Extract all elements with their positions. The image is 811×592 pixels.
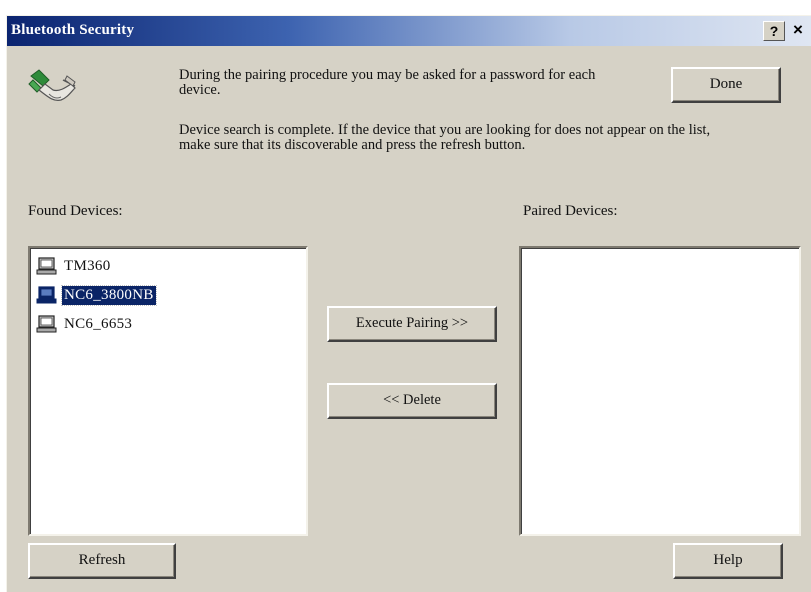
computer-icon — [36, 315, 57, 333]
found-device-item[interactable]: TM360 — [36, 254, 113, 278]
paired-devices-label: Paired Devices: — [523, 203, 618, 219]
bluetooth-handshake-icon — [23, 66, 79, 110]
title-bar[interactable]: Bluetooth Security ? × — [7, 16, 811, 46]
search-complete-message: Device search is complete. If the device… — [179, 122, 711, 153]
window-title: Bluetooth Security — [11, 22, 135, 38]
delete-button[interactable]: << Delete — [327, 383, 497, 419]
paired-devices-list[interactable] — [519, 246, 801, 536]
device-name: TM360 — [64, 257, 111, 274]
execute-pairing-button[interactable]: Execute Pairing >> — [327, 306, 497, 342]
computer-icon — [36, 286, 57, 304]
pairing-message: During the pairing procedure you may be … — [179, 67, 596, 98]
device-name: NC6_3800NB — [61, 284, 157, 306]
help-title-button[interactable]: ? — [763, 21, 785, 41]
computer-icon — [36, 257, 57, 275]
found-device-item[interactable]: NC6_6653 — [36, 312, 134, 336]
found-devices-label: Found Devices: — [28, 203, 123, 219]
refresh-button[interactable]: Refresh — [28, 543, 176, 579]
device-name: NC6_6653 — [64, 315, 133, 332]
done-button[interactable]: Done — [671, 67, 781, 103]
bluetooth-security-dialog: Bluetooth Security ? × During the pairin… — [6, 15, 811, 592]
found-device-item-selected[interactable]: NC6_3800NB — [36, 283, 157, 307]
help-button[interactable]: Help — [673, 543, 783, 579]
found-devices-list[interactable]: TM360 NC6_3800NB NC6_6653 — [28, 246, 308, 536]
close-button[interactable]: × — [787, 21, 809, 41]
